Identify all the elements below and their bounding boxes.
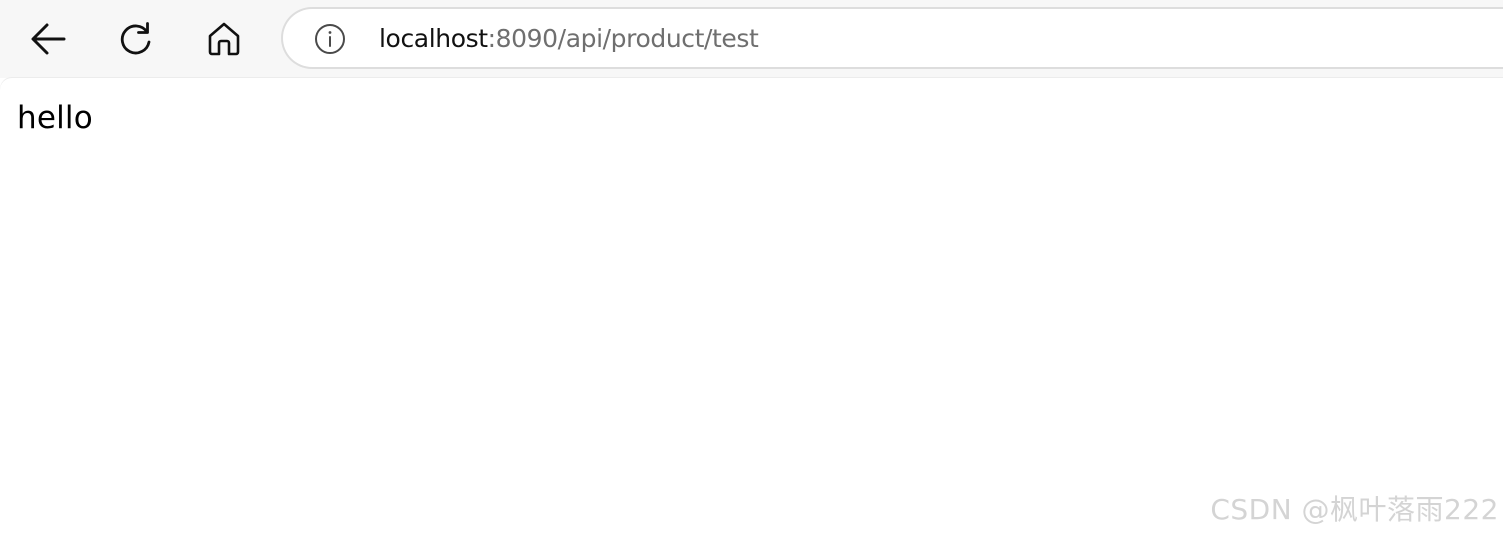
refresh-icon <box>120 22 151 55</box>
arrow-left-icon <box>31 23 66 55</box>
page-body-text: hello <box>17 100 93 136</box>
url-host: localhost <box>379 24 488 53</box>
page-viewport: hello CSDN @枫叶落雨222 <box>0 78 1503 536</box>
browser-toolbar: localhost:8090/api/product/test <box>0 0 1503 78</box>
home-button[interactable] <box>200 11 248 67</box>
home-icon <box>208 22 240 56</box>
info-circle-icon[interactable] <box>314 23 346 55</box>
url-text[interactable]: localhost:8090/api/product/test <box>379 24 759 54</box>
back-button[interactable] <box>24 11 72 67</box>
csdn-watermark: CSDN @枫叶落雨222 <box>1210 493 1499 526</box>
address-bar[interactable]: localhost:8090/api/product/test <box>281 7 1503 69</box>
url-path: :8090/api/product/test <box>487 24 759 53</box>
refresh-button[interactable] <box>112 11 160 67</box>
